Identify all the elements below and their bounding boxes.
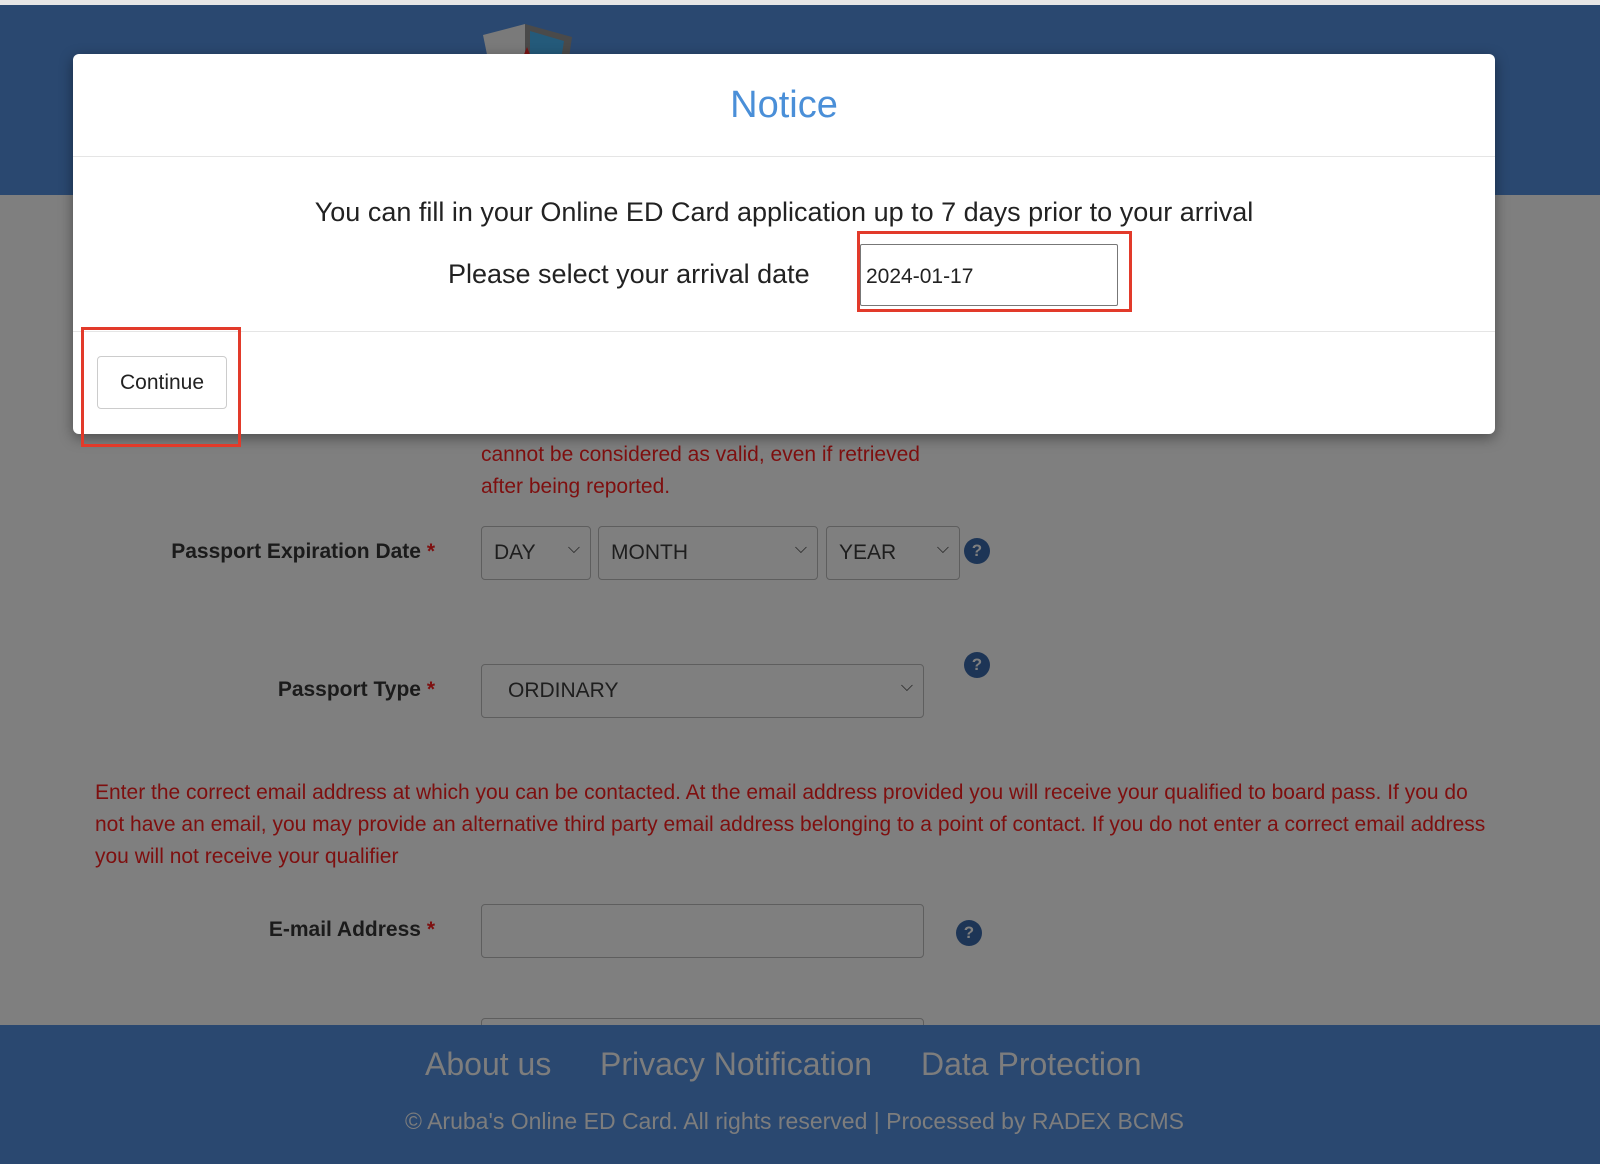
copyright: © Aruba's Online ED Card. All rights res… [405, 1108, 1184, 1134]
warning-line: cannot be considered as valid, even if r… [481, 443, 920, 466]
passport-type-label: Passport Type * [15, 678, 435, 702]
expiration-month-select[interactable]: MONTH ⌵ [598, 526, 818, 580]
select-value: DAY [494, 541, 536, 564]
select-value: YEAR [839, 541, 897, 564]
help-icon[interactable]: ? [964, 652, 990, 678]
passport-expiration-label: Passport Expiration Date * [15, 540, 435, 564]
required-marker: * [426, 918, 435, 941]
select-value: ORDINARY [508, 679, 619, 702]
email-notice-line: you will not receive your qualifier [95, 845, 399, 868]
email-notice-line: Enter the correct email address at which… [95, 781, 1468, 804]
warning-line: after being reported. [481, 475, 671, 498]
arrival-date-label: Please select your arrival date [448, 259, 810, 289]
email-notice-line: not have an email, you may provide an al… [95, 813, 1486, 836]
email-input[interactable] [481, 904, 924, 958]
label-text: Passport Type [277, 678, 421, 701]
notice-modal: Notice You can fill in your Online ED Ca… [73, 54, 1495, 434]
highlight-box [857, 231, 1132, 312]
expiration-day-select[interactable]: DAY ⌵ [481, 526, 591, 580]
required-marker: * [426, 678, 435, 701]
chevron-down-icon: ⌵ [794, 540, 807, 557]
footer-link-about[interactable]: About us [425, 1046, 551, 1083]
required-marker: * [426, 540, 435, 563]
label-text: Passport Expiration Date [171, 540, 421, 563]
help-icon[interactable]: ? [964, 538, 990, 564]
chevron-down-icon: ⌵ [900, 678, 913, 695]
highlight-box [81, 327, 241, 447]
chevron-down-icon: ⌵ [936, 540, 949, 557]
divider [73, 156, 1495, 157]
select-value: MONTH [611, 541, 688, 564]
divider [73, 331, 1495, 332]
footer-link-privacy[interactable]: Privacy Notification [600, 1046, 872, 1083]
email-label: E-mail Address * [15, 918, 435, 942]
help-icon[interactable]: ? [956, 920, 982, 946]
chevron-down-icon: ⌵ [567, 540, 580, 557]
expiration-year-select[interactable]: YEAR ⌵ [826, 526, 960, 580]
passport-type-select[interactable]: ORDINARY ⌵ [481, 664, 924, 718]
modal-message: You can fill in your Online ED Card appl… [314, 197, 1254, 227]
footer-link-data-protection[interactable]: Data Protection [921, 1046, 1142, 1083]
label-text: E-mail Address [268, 918, 421, 941]
modal-title: Notice [730, 84, 838, 126]
